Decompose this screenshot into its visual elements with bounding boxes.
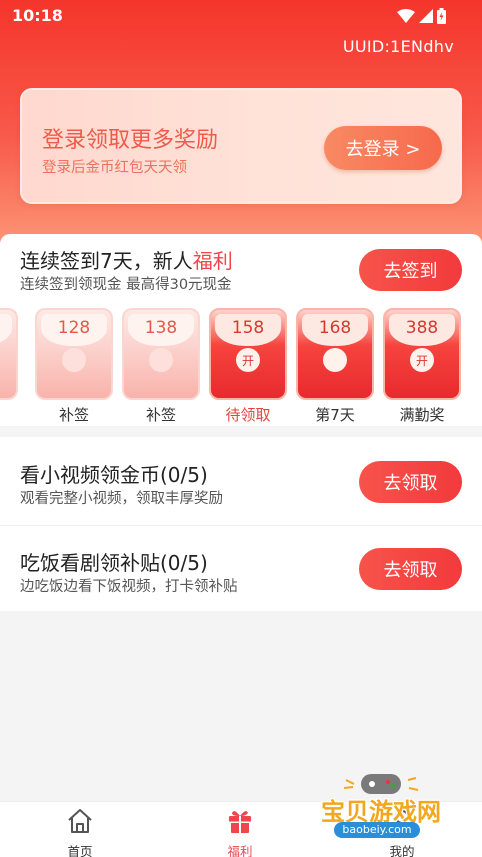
signin-title: 连续签到7天，新人福利 bbox=[20, 245, 233, 274]
red-packet-list: 128 补签 138 补签 158 开 待领取 168 第7天 388 开 满勤… bbox=[0, 308, 482, 426]
nav-label: 首页 bbox=[67, 844, 93, 857]
red-packet-5[interactable]: 388 开 bbox=[383, 308, 461, 400]
packet-amount: 138 bbox=[144, 318, 178, 338]
wifi-icon bbox=[397, 9, 415, 23]
gift-icon bbox=[229, 811, 251, 833]
signin-title-highlight: 福利 bbox=[192, 249, 233, 273]
red-packet-4[interactable]: 168 bbox=[296, 308, 374, 400]
packet-seal: 开 bbox=[236, 348, 260, 372]
signin-card: 连续签到7天，新人福利 连续签到领现金 最高得30元现金 去签到 128 补签 … bbox=[0, 234, 482, 426]
red-packet-2[interactable]: 138 bbox=[122, 308, 200, 400]
watermark-url: baobeiy.com bbox=[334, 822, 420, 838]
packet-amount: 388 bbox=[405, 318, 439, 338]
red-packet-3[interactable]: 158 开 bbox=[209, 308, 287, 400]
signal-icon bbox=[419, 9, 433, 23]
packet-flap bbox=[0, 314, 12, 346]
packet-label: 待领取 bbox=[225, 406, 271, 424]
claim-meal-button[interactable]: 去领取 bbox=[359, 548, 462, 590]
packet-label: 满勤奖 bbox=[399, 406, 445, 424]
nav-tab-home[interactable]: 首页 bbox=[40, 806, 120, 857]
battery-icon bbox=[437, 8, 446, 24]
signin-button[interactable]: 去签到 bbox=[359, 249, 462, 291]
claim-video-button[interactable]: 去领取 bbox=[359, 461, 462, 503]
status-bar: 10:18 bbox=[0, 0, 482, 32]
packet-seal bbox=[323, 348, 347, 372]
divider bbox=[0, 525, 482, 526]
signin-title-main: 连续签到7天，新人 bbox=[20, 249, 193, 273]
signin-subtitle: 连续签到领现金 最高得30元现金 bbox=[20, 277, 232, 293]
task-subtitle: 观看完整小视频，领取丰厚奖励 bbox=[20, 491, 223, 507]
packet-label: 第7天 bbox=[315, 406, 355, 424]
packet-seal bbox=[62, 348, 86, 372]
uuid-label: UUID:1ENdhv bbox=[342, 37, 454, 56]
task-subtitle: 边吃饭边看下饭视频，打卡领补贴 bbox=[20, 579, 238, 595]
status-icons bbox=[397, 8, 446, 24]
packet-label: 补签 bbox=[145, 406, 176, 424]
nav-tab-welfare[interactable]: 福利 bbox=[200, 806, 280, 857]
packet-amount: 168 bbox=[318, 318, 352, 338]
red-packet-1[interactable]: 128 bbox=[35, 308, 113, 400]
home-icon bbox=[68, 809, 92, 833]
login-card: 登录领取更多奖励 登录后金币红包天天领 去登录 > bbox=[20, 88, 462, 204]
packet-amount: 158 bbox=[231, 318, 265, 338]
watermark-logo: 宝贝游戏网 baobeiy.com bbox=[306, 768, 456, 848]
task-title: 看小视频领金币(0/5) bbox=[20, 463, 208, 487]
login-subtitle: 登录后金币红包天天领 bbox=[42, 160, 187, 176]
packet-seal bbox=[149, 348, 173, 372]
login-title: 登录领取更多奖励 bbox=[42, 128, 219, 153]
login-button[interactable]: 去登录 > bbox=[324, 126, 442, 170]
packet-seal: 开 bbox=[410, 348, 434, 372]
task-title: 吃饭看剧领补贴(0/5) bbox=[20, 551, 208, 575]
packet-amount: 128 bbox=[57, 318, 91, 338]
nav-label: 福利 bbox=[227, 844, 253, 857]
task-list: 看小视频领金币(0/5) 观看完整小视频，领取丰厚奖励 去领取 吃饭看剧领补贴(… bbox=[0, 437, 482, 611]
packet-label: 补签 bbox=[58, 406, 89, 424]
status-time: 10:18 bbox=[12, 6, 63, 25]
red-packet-partial bbox=[0, 308, 18, 400]
